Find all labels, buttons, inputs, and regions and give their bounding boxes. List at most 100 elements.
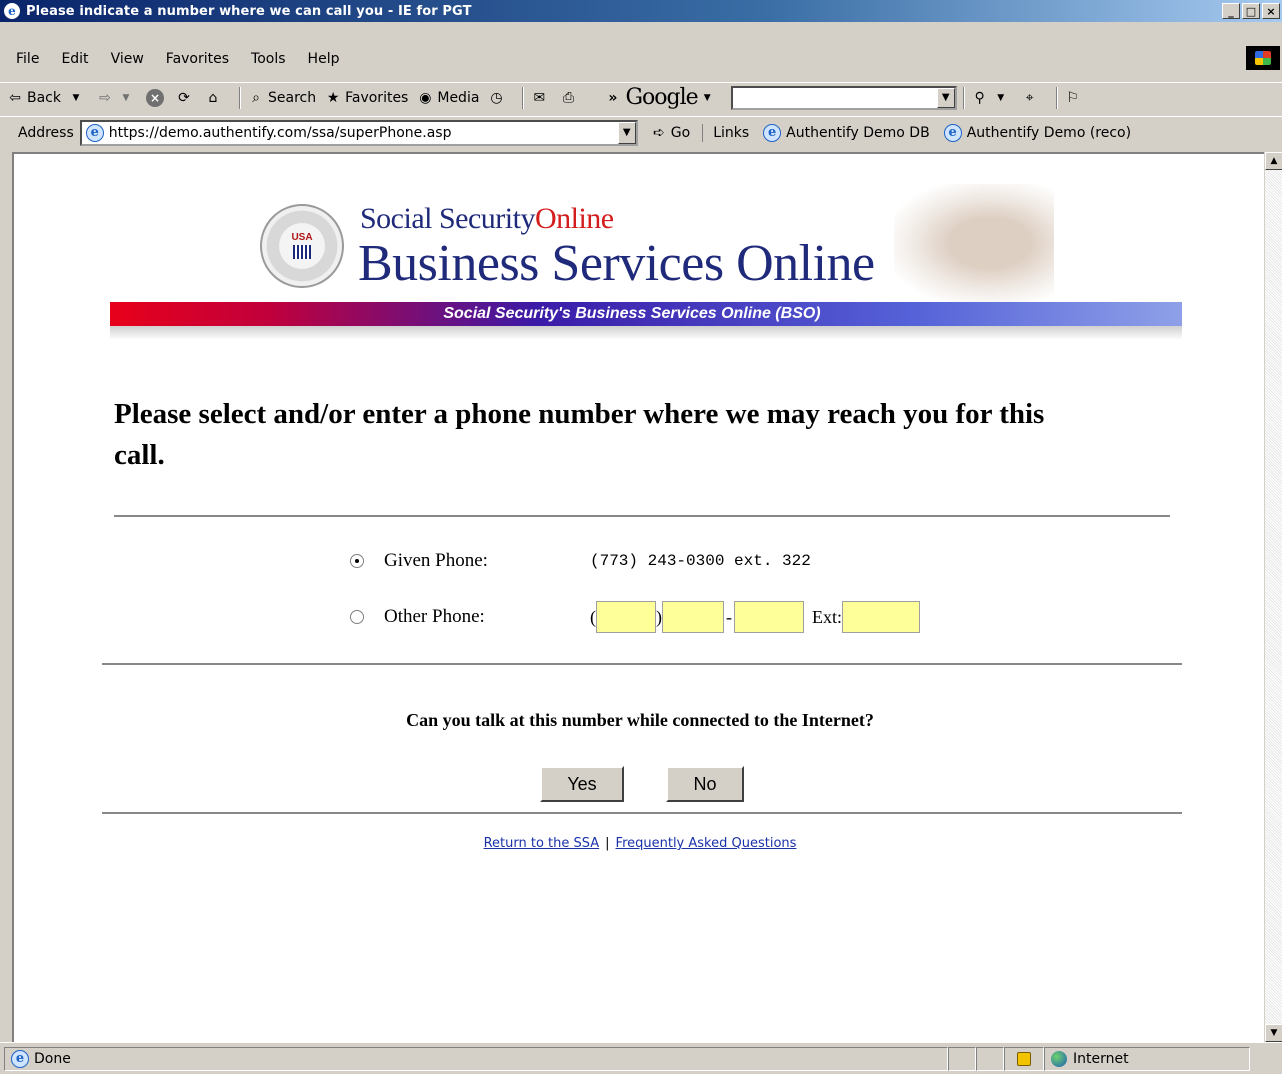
faq-link[interactable]: Frequently Asked Questions — [616, 836, 797, 851]
page-headline: Please select and/or enter a phone numbe… — [114, 398, 1045, 471]
home-icon: ⌂ — [208, 89, 218, 106]
standard-toolbar: ⇦ Back ▼ ⇨ ▼ × ⟳ ⌂ ⌕ Search ★ Favorites … — [0, 82, 1282, 112]
menu-help[interactable]: Help — [308, 51, 340, 67]
prefix-input[interactable] — [662, 601, 724, 633]
given-phone-value: (773) 243-0300 ext. 322 — [590, 552, 811, 570]
divider — [102, 663, 1182, 665]
toolbar-extra-button[interactable]: ⚐ — [1064, 89, 1085, 107]
history-icon: ◷ — [490, 89, 503, 106]
menu-bar: File Edit View Favorites Tools Help — [0, 46, 1282, 72]
chevron-down-icon: ▼ — [703, 92, 711, 103]
chevron-down-icon: ▼ — [72, 92, 80, 103]
address-url: https://demo.authentify.com/ssa/superPho… — [108, 124, 452, 141]
address-dropdown-button[interactable]: ▼ — [617, 121, 636, 144]
given-phone-radio[interactable] — [350, 554, 364, 568]
google-dropdown-button[interactable]: ▼ — [936, 87, 955, 108]
link-label: Authentify Demo (reco) — [966, 124, 1132, 141]
bso-title: Business Services Online — [358, 235, 875, 292]
print-button[interactable]: ⎙ — [559, 89, 580, 107]
go-button[interactable]: ➪ Go — [650, 124, 690, 142]
other-phone-radio[interactable] — [350, 610, 364, 624]
yes-button[interactable]: Yes — [540, 766, 624, 802]
toolbar-separator — [239, 86, 241, 109]
menu-file[interactable]: File — [16, 51, 39, 67]
links-bar: Links e Authentify Demo DB e Authentify … — [702, 123, 1132, 142]
ext-label: Ext: — [812, 606, 842, 627]
window-title: Please indicate a number where we can ca… — [26, 3, 472, 19]
link-separator: | — [605, 836, 610, 851]
banner-photo — [894, 184, 1054, 302]
minimize-button[interactable]: _ — [1222, 3, 1240, 19]
menu-edit[interactable]: Edit — [61, 51, 88, 67]
return-to-ssa-link[interactable]: Return to the SSA — [484, 836, 600, 851]
extra-icon: ⚐ — [1066, 89, 1079, 106]
menu-view[interactable]: View — [111, 51, 144, 67]
no-button[interactable]: No — [666, 766, 744, 802]
toolbar-separator — [522, 86, 525, 109]
refresh-button[interactable]: ⟳ — [175, 89, 196, 107]
go-arrow-icon: ➪ — [652, 124, 665, 141]
status-blank-cell — [976, 1046, 1004, 1071]
google-search-site-button[interactable]: ⌖ — [1021, 89, 1042, 107]
address-bar: Address e https://demo.authentify.com/ss… — [0, 116, 1282, 148]
line-number-input[interactable] — [734, 601, 804, 633]
extension-input[interactable] — [842, 601, 920, 633]
other-phone-label: Other Phone: — [384, 606, 485, 627]
chevron-down-icon: ▼ — [997, 92, 1005, 103]
stop-button[interactable]: × — [146, 88, 167, 107]
scroll-down-button[interactable]: ▼ — [1265, 1024, 1282, 1042]
status-security-cell — [1004, 1046, 1044, 1071]
seal-stripes — [293, 245, 311, 259]
talk-question: Can you talk at this number while connec… — [406, 710, 874, 730]
status-text: Done — [34, 1050, 71, 1067]
google-search-web-button[interactable]: ⚲ ▼ — [971, 89, 1013, 107]
zone-label: Internet — [1073, 1050, 1129, 1067]
ss-online-prefix: Social Security — [360, 202, 535, 235]
search-label: Search — [268, 89, 317, 106]
page-icon: e — [85, 123, 104, 142]
status-text-cell: e Done — [4, 1046, 948, 1071]
dash: - — [726, 606, 732, 627]
google-logo[interactable]: Google ▼ — [625, 85, 718, 110]
mail-button[interactable]: ✉ — [530, 89, 551, 107]
close-button[interactable]: × — [1262, 3, 1280, 19]
forward-button[interactable]: ⇨ ▼ — [96, 89, 138, 107]
search-site-icon: ⌖ — [1025, 89, 1034, 106]
address-input[interactable]: e https://demo.authentify.com/ssa/superP… — [79, 119, 638, 146]
scroll-up-button[interactable]: ▲ — [1265, 152, 1282, 170]
vertical-scrollbar[interactable]: ▲ ▼ — [1264, 152, 1282, 1042]
address-label: Address — [18, 124, 74, 141]
link-authentify-demo-db[interactable]: e Authentify Demo DB — [763, 123, 930, 142]
page-icon: e — [943, 123, 962, 142]
toolbar-overflow-chevron[interactable]: » — [608, 90, 617, 106]
menu-tools[interactable]: Tools — [251, 51, 286, 67]
back-button[interactable]: ⇦ Back ▼ — [6, 89, 88, 107]
ss-online-suffix: Online — [534, 202, 614, 235]
search-button[interactable]: ⌕ Search — [247, 89, 316, 107]
mail-icon: ✉ — [533, 89, 546, 106]
favorites-button[interactable]: ★ Favorites — [324, 89, 409, 107]
ie-icon: e — [4, 3, 20, 19]
windows-logo-icon — [1246, 46, 1280, 70]
link-authentify-demo-reco[interactable]: e Authentify Demo (reco) — [943, 123, 1132, 142]
chevron-down-icon: ▼ — [122, 92, 130, 103]
ribbon-shadow — [110, 326, 1182, 340]
other-phone-row: Other Phone: ( ) - Ext: — [350, 601, 920, 633]
refresh-icon: ⟳ — [178, 89, 190, 106]
google-search-input[interactable]: ▼ — [730, 85, 957, 110]
back-arrow-icon: ⇦ — [9, 89, 21, 106]
home-button[interactable]: ⌂ — [204, 89, 225, 107]
maximize-button[interactable]: □ — [1242, 3, 1260, 19]
toolbar-separator — [1055, 86, 1058, 109]
menu-favorites[interactable]: Favorites — [166, 51, 229, 67]
back-label: Back — [27, 89, 61, 106]
window-controls: _ □ × — [1222, 3, 1280, 19]
divider — [114, 515, 1170, 517]
area-code-input[interactable] — [596, 601, 656, 633]
status-progress-cell — [948, 1046, 976, 1071]
media-button[interactable]: ◉ Media — [416, 89, 479, 107]
search-icon: ⌕ — [252, 89, 260, 106]
globe-icon — [1051, 1050, 1067, 1067]
history-button[interactable]: ◷ — [487, 89, 508, 107]
seal-text: USA — [291, 232, 313, 243]
